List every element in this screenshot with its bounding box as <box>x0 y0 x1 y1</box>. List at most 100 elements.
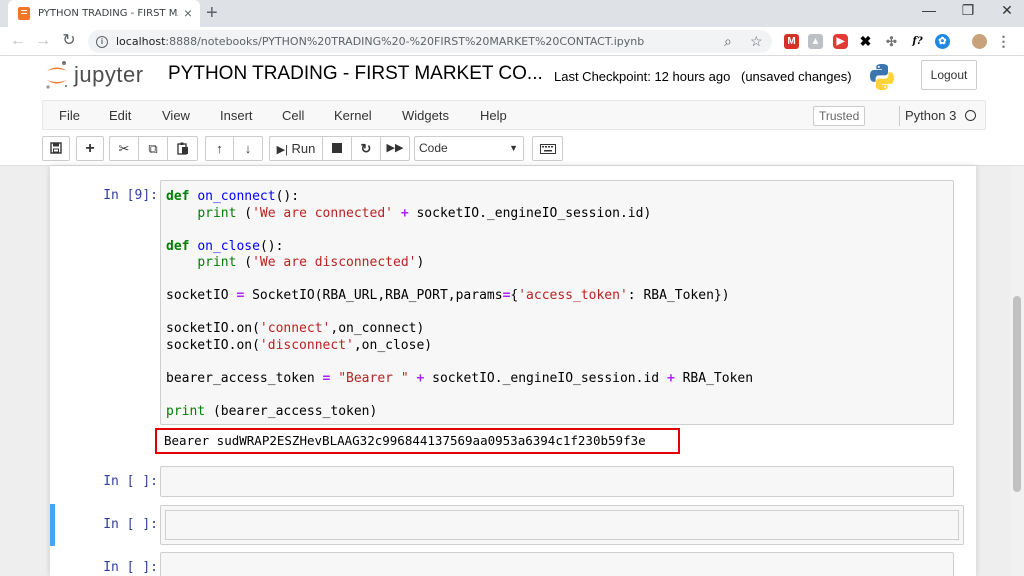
kernel-name: Python 3 <box>905 108 957 123</box>
code-editor[interactable] <box>160 466 954 497</box>
code-line: socketIO = SocketIO(RBA_URL,RBA_PORT,par… <box>166 288 730 303</box>
bookmark-star-icon[interactable]: ☆ <box>750 33 763 50</box>
code-line: socketIO.on('connect',on_connect) <box>166 321 425 336</box>
code-cell[interactable]: In [ ]: <box>50 552 976 576</box>
cell-type-value: Code <box>419 141 448 155</box>
menu-kernel[interactable]: Kernel <box>334 108 372 123</box>
jupyter-header: jupyter PYTHON TRADING - FIRST MARKET CO… <box>0 56 1024 166</box>
page-scrollbar[interactable] <box>1010 166 1024 576</box>
last-checkpoint: Last Checkpoint: 12 hours ago <box>554 69 731 84</box>
save-status: (unsaved changes) <box>741 69 852 84</box>
reload-icon[interactable]: ↻ <box>59 31 79 51</box>
menu-view[interactable]: View <box>162 108 190 123</box>
code-line: print ('We are connected' + socketIO._en… <box>197 205 652 221</box>
zoom-icon[interactable]: ⌕ <box>724 33 732 50</box>
move-down-icon[interactable]: ↓ <box>234 136 263 161</box>
notebook-title[interactable]: PYTHON TRADING - FIRST MARKET CO... <box>168 63 543 85</box>
menu-help[interactable]: Help <box>480 108 507 123</box>
notebook-toolbar: + ✂ ⧉ ↑ ↓ ▶| Run ↻ ▶▶ Code ▼ <box>42 136 602 161</box>
run-button[interactable]: ▶| Run <box>269 136 323 161</box>
input-prompt: In [ ]: <box>103 517 158 532</box>
move-up-icon[interactable]: ↑ <box>205 136 234 161</box>
save-icon[interactable] <box>42 136 70 161</box>
browser-menu-icon[interactable]: ⋮ <box>996 34 1011 49</box>
code-line: print (bearer_access_token) <box>166 403 378 419</box>
scrollbar-thumb[interactable] <box>1013 296 1021 492</box>
back-arrow-icon[interactable]: ← <box>8 31 28 51</box>
input-prompt: In [9]: <box>103 188 158 203</box>
browser-toolbar: ← → ↻ i localhost:8888/notebooks/PYTHON%… <box>0 27 1024 56</box>
minimize-icon[interactable]: — <box>914 2 944 18</box>
keyboard-icon[interactable] <box>532 136 563 161</box>
code-cell[interactable]: In [9]: def on_connect(): print ('We are… <box>50 180 976 460</box>
notebook-site: In [9]: def on_connect(): print ('We are… <box>0 166 1010 576</box>
code-editor[interactable] <box>160 505 964 545</box>
forward-arrow-icon[interactable]: → <box>33 31 53 51</box>
menu-edit[interactable]: Edit <box>109 108 131 123</box>
site-info-icon[interactable]: i <box>96 35 108 48</box>
extension-formula-icon[interactable]: f? <box>910 34 925 49</box>
close-window-icon[interactable]: ✕ <box>992 2 1022 19</box>
menu-insert[interactable]: Insert <box>220 108 253 123</box>
extension-tools-icon[interactable]: ✖ <box>858 34 873 49</box>
logout-button[interactable]: Logout <box>921 60 977 90</box>
extension-puzzle-icon[interactable]: ✣ <box>884 34 899 49</box>
code-line: def on_close(): <box>166 238 284 254</box>
extension-gmail-icon[interactable]: M <box>784 34 799 49</box>
code-cell[interactable]: In [ ]: <box>50 466 976 498</box>
menubar: File Edit View Insert Cell Kernel Widget… <box>42 100 986 130</box>
run-icon: ▶| <box>276 144 288 156</box>
address-bar[interactable]: i localhost:8888/notebooks/PYTHON%20TRAD… <box>88 30 772 53</box>
extension-youtube-icon[interactable]: ▶ <box>833 34 848 49</box>
chevron-down-icon: ▼ <box>509 143 518 153</box>
code-line: bearer_access_token = "Bearer " + socket… <box>166 370 754 386</box>
new-tab-button[interactable]: + <box>206 3 218 23</box>
url-path: :8888/notebooks/PYTHON%20TRADING%20-%20F… <box>165 35 645 48</box>
jupyter-logo-icon[interactable] <box>44 60 70 90</box>
extension-blue-icon[interactable]: ✿ <box>935 34 950 49</box>
profile-avatar-icon[interactable] <box>972 34 987 49</box>
restart-icon[interactable]: ↻ <box>352 136 381 161</box>
cell-output[interactable]: Bearer sudWRAP2ESZHevBLAAG32c99684413756… <box>157 430 678 452</box>
run-label: Run <box>291 141 316 156</box>
jupyter-wordmark[interactable]: jupyter <box>74 62 144 88</box>
menu-cell[interactable]: Cell <box>282 108 304 123</box>
tab-close-icon[interactable]: × <box>184 5 192 21</box>
code-line: socketIO.on('disconnect',on_close) <box>166 337 433 353</box>
maximize-icon[interactable]: ❐ <box>953 2 983 19</box>
trusted-indicator[interactable]: Trusted <box>813 106 866 126</box>
cut-icon[interactable]: ✂ <box>109 136 139 161</box>
input-prompt: In [ ]: <box>103 474 158 489</box>
browser-tab-active[interactable]: PYTHON TRADING - FIRST MARKET CONTACT × <box>8 0 200 27</box>
kernel-separator <box>899 106 900 126</box>
code-cell-selected[interactable]: In [ ]: <box>50 504 976 546</box>
url-text[interactable]: localhost:8888/notebooks/PYTHON%20TRADIN… <box>116 35 644 48</box>
input-prompt: In [ ]: <box>103 560 158 575</box>
notebook-favicon-icon <box>18 7 30 20</box>
browser-tabstrip: PYTHON TRADING - FIRST MARKET CONTACT × … <box>0 0 1024 27</box>
restart-run-all-icon[interactable]: ▶▶ <box>381 136 410 161</box>
copy-icon[interactable]: ⧉ <box>139 136 168 161</box>
paste-icon[interactable] <box>168 136 198 161</box>
notebook-container: In [9]: def on_connect(): print ('We are… <box>50 166 976 576</box>
code-line: def on_connect(): <box>166 189 300 204</box>
output-highlight-box: Bearer sudWRAP2ESZHevBLAAG32c99684413756… <box>155 428 680 454</box>
cell-type-select[interactable]: Code ▼ <box>414 136 524 161</box>
tab-title: PYTHON TRADING - FIRST MARKET CONTACT <box>38 8 178 19</box>
url-host: localhost <box>116 35 166 48</box>
code-line: print ('We are disconnected') <box>197 255 425 270</box>
add-cell-icon[interactable]: + <box>76 136 104 161</box>
kernel-idle-icon <box>965 110 976 121</box>
menu-file[interactable]: File <box>59 108 80 123</box>
extension-drive-icon[interactable]: ▲ <box>808 34 823 49</box>
menu-widgets[interactable]: Widgets <box>402 108 449 123</box>
code-editor[interactable]: def on_connect(): print ('We are connect… <box>160 180 954 425</box>
interrupt-icon[interactable] <box>323 136 352 161</box>
code-editor[interactable] <box>160 552 954 576</box>
python-logo-icon <box>870 64 894 90</box>
